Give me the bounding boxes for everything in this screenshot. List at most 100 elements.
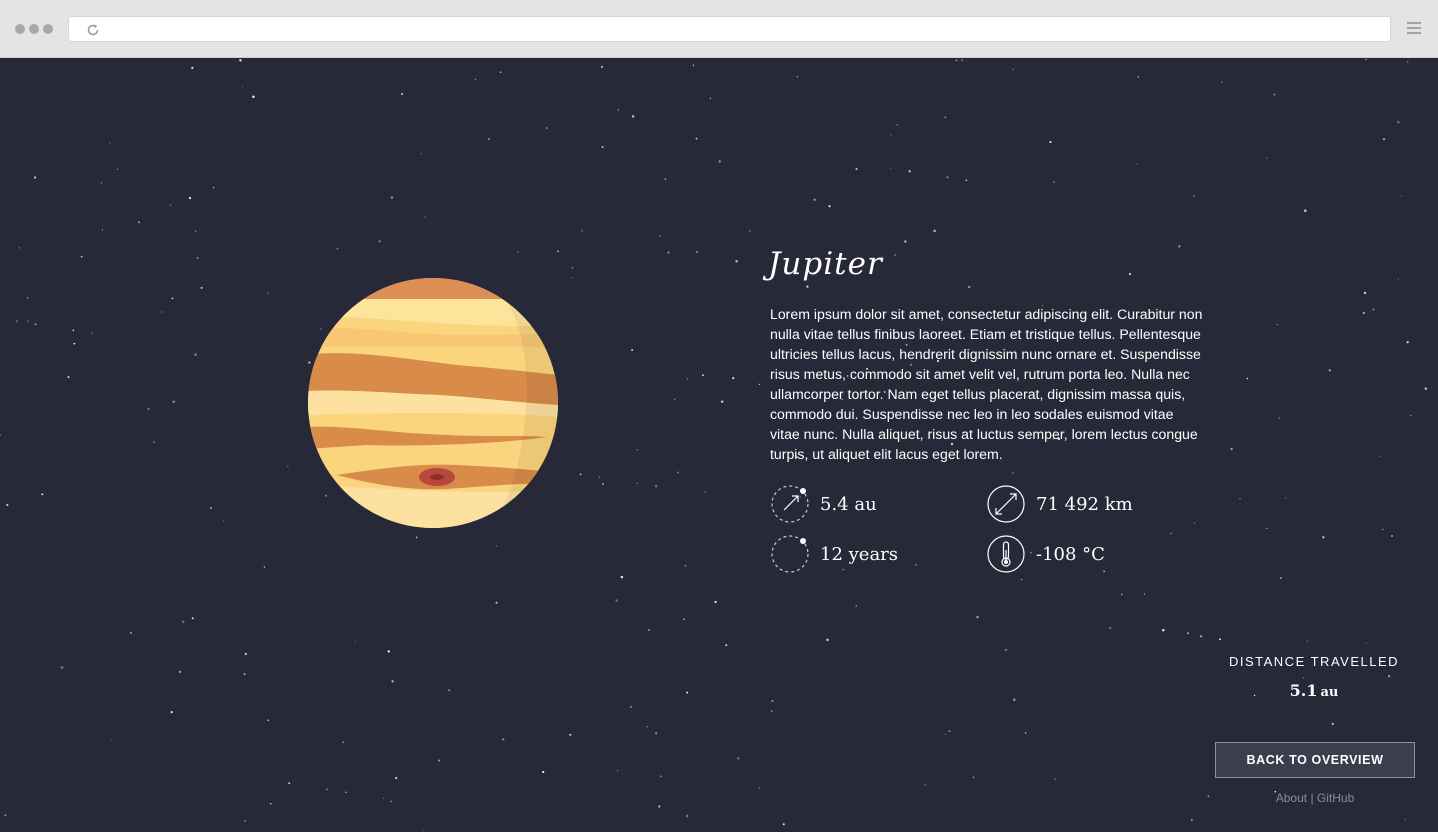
star — [1372, 308, 1375, 311]
star — [263, 566, 266, 568]
star — [6, 503, 9, 507]
star — [1400, 195, 1403, 197]
star — [735, 260, 738, 263]
star — [636, 449, 638, 451]
star — [685, 814, 689, 818]
star — [601, 146, 604, 148]
star — [542, 770, 545, 774]
star — [890, 167, 892, 169]
star — [718, 160, 722, 163]
window-dot-icon[interactable] — [15, 24, 25, 34]
stat-distance: 5.4 au — [770, 484, 877, 524]
star — [676, 471, 679, 474]
star — [965, 179, 968, 182]
star — [749, 230, 751, 232]
star — [771, 710, 773, 712]
star — [382, 797, 385, 799]
reload-icon[interactable] — [86, 22, 100, 41]
star — [714, 600, 717, 604]
star — [354, 641, 356, 643]
footer-separator: | — [1310, 791, 1314, 805]
star — [1012, 472, 1014, 474]
address-bar[interactable] — [68, 16, 1391, 42]
star — [1053, 181, 1055, 183]
star — [1121, 593, 1123, 596]
star — [1021, 579, 1023, 581]
star — [720, 400, 724, 403]
star — [495, 601, 498, 604]
star — [655, 732, 658, 735]
thermometer-icon — [986, 534, 1026, 574]
star — [826, 638, 829, 642]
star — [1012, 68, 1014, 70]
star — [101, 229, 104, 231]
star — [391, 680, 394, 683]
hamburger-menu-icon[interactable] — [1407, 22, 1421, 37]
window-controls[interactable] — [15, 24, 53, 34]
star — [1128, 272, 1132, 276]
star — [1322, 536, 1325, 539]
star — [615, 599, 618, 602]
star — [758, 383, 761, 385]
planet-description: Lorem ipsum dolor sit amet, consectetur … — [770, 306, 1203, 462]
star — [1136, 163, 1138, 165]
star — [1285, 497, 1287, 499]
star — [725, 644, 728, 647]
star — [1365, 642, 1367, 644]
star — [1387, 674, 1391, 678]
star — [390, 196, 394, 199]
star — [242, 86, 244, 88]
star — [686, 378, 688, 380]
star — [170, 710, 173, 714]
star — [1280, 577, 1282, 579]
star — [616, 769, 619, 772]
star — [27, 320, 29, 322]
star — [196, 256, 199, 259]
star — [1404, 818, 1406, 821]
star — [288, 782, 291, 785]
star — [129, 631, 132, 634]
star — [961, 59, 963, 61]
star — [796, 75, 799, 78]
window-dot-icon[interactable] — [43, 24, 53, 34]
star — [188, 196, 192, 200]
github-link[interactable]: GitHub — [1317, 791, 1354, 805]
distance-travelled-number: 5.1 — [1289, 681, 1318, 700]
star — [944, 116, 947, 119]
star — [695, 137, 698, 140]
star — [1331, 722, 1334, 726]
star — [72, 329, 75, 332]
star — [654, 485, 658, 488]
star — [646, 725, 648, 728]
star — [737, 757, 740, 760]
star — [1144, 593, 1146, 595]
star — [495, 545, 497, 547]
star — [336, 247, 339, 250]
star — [581, 229, 584, 232]
star — [1278, 417, 1281, 419]
star — [1239, 498, 1241, 500]
star — [1328, 369, 1331, 372]
star — [569, 733, 572, 736]
star — [1410, 415, 1412, 417]
star — [571, 266, 574, 269]
window-dot-icon[interactable] — [29, 24, 39, 34]
about-link[interactable]: About — [1276, 791, 1307, 805]
star — [601, 482, 604, 485]
star — [828, 205, 831, 208]
star — [200, 286, 203, 289]
star — [267, 292, 269, 294]
star — [806, 285, 809, 288]
star — [1190, 818, 1193, 822]
star — [181, 620, 185, 623]
back-to-overview-button[interactable]: BACK TO OVERVIEW — [1215, 742, 1415, 778]
star — [448, 689, 451, 692]
star — [1365, 58, 1367, 61]
star — [631, 349, 634, 351]
star — [209, 506, 212, 509]
star — [1162, 629, 1165, 632]
star — [387, 650, 390, 653]
star — [1170, 532, 1173, 535]
star — [915, 564, 917, 566]
star — [34, 323, 37, 326]
